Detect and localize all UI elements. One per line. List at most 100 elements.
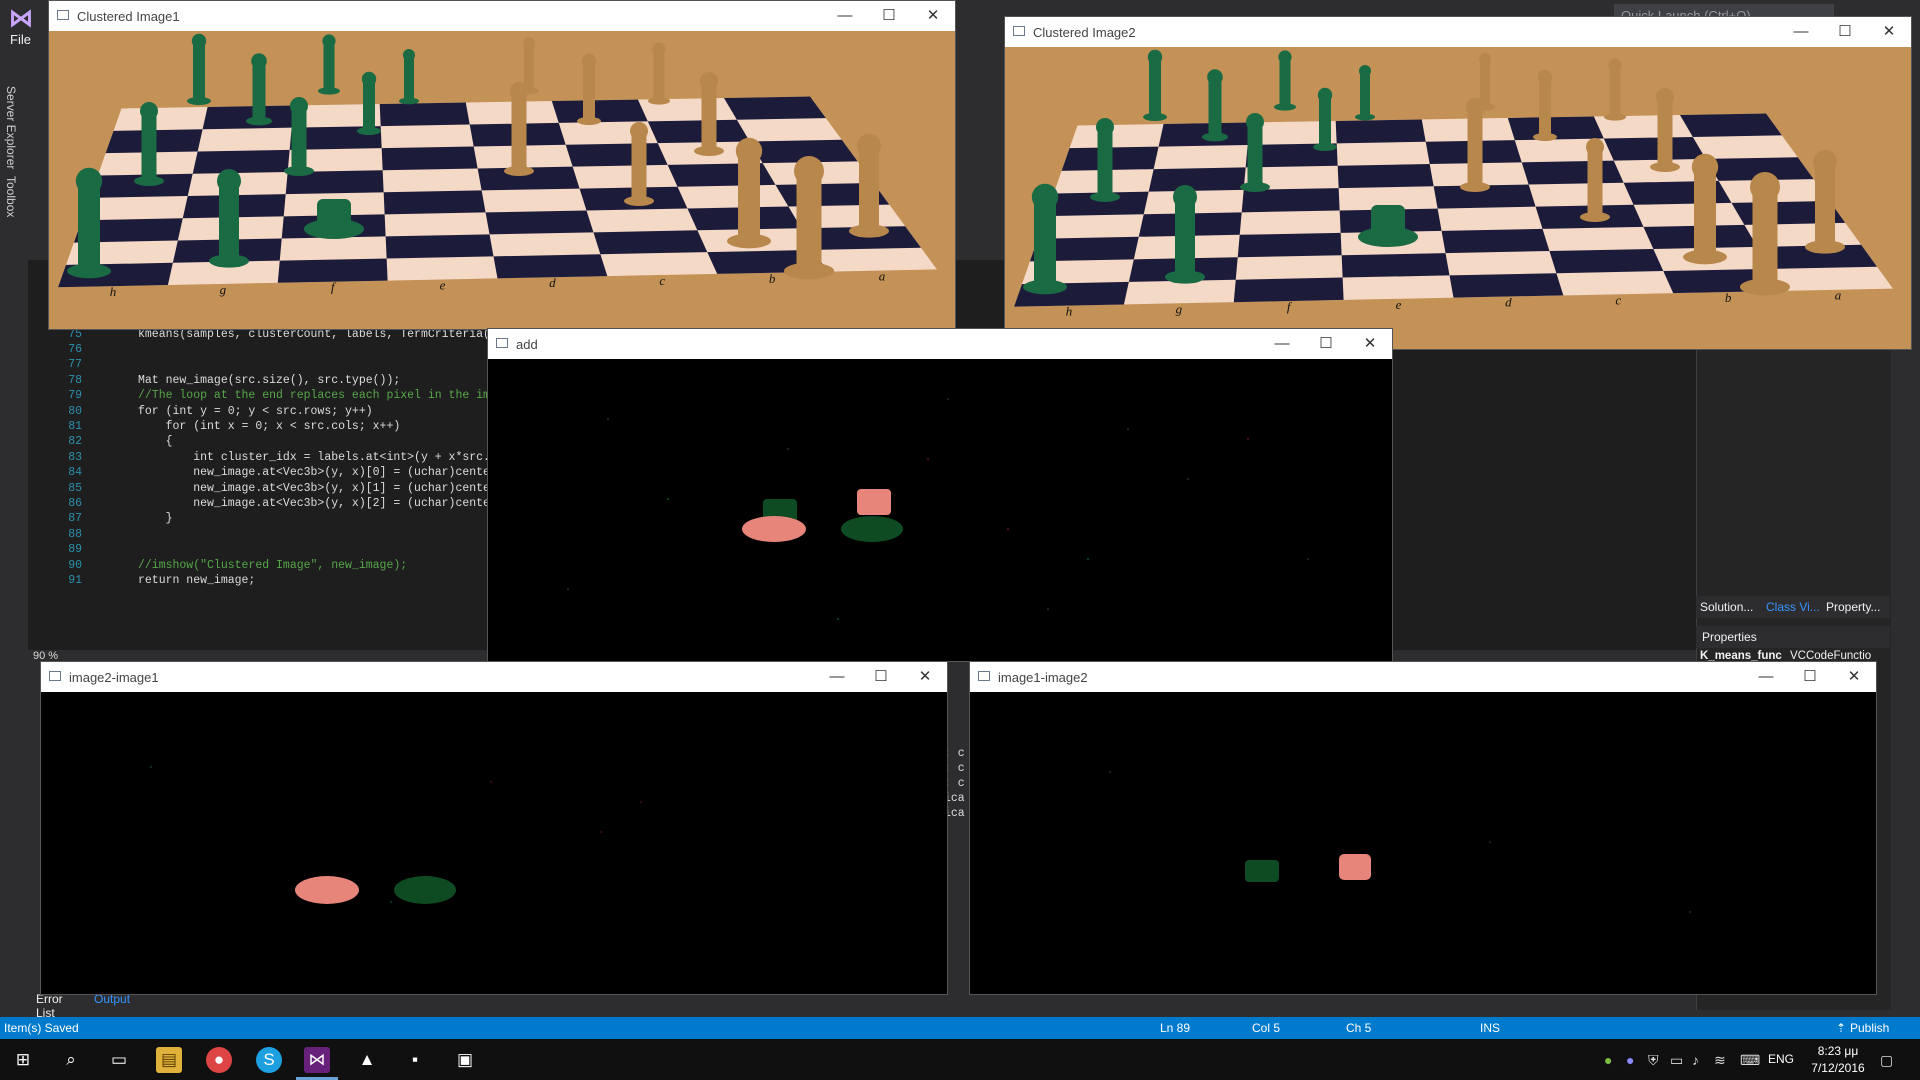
server-explorer-tab[interactable]: Server Explorer — [4, 86, 18, 169]
window-title-bar[interactable]: add — ☐ ✕ — [488, 329, 1392, 359]
dark-square — [1341, 253, 1450, 278]
toolbox-tab[interactable]: Toolbox — [4, 176, 18, 217]
dark-square — [1441, 228, 1550, 254]
maximize-icon[interactable]: ☐ — [859, 664, 903, 690]
window-title: Clustered Image1 — [77, 9, 180, 24]
clock-time[interactable]: 8:23 μμ — [1810, 1044, 1866, 1058]
close-icon[interactable]: ✕ — [1867, 19, 1911, 45]
skype-icon[interactable]: S — [256, 1047, 282, 1073]
task-view-icon[interactable]: ▭ — [106, 1047, 132, 1073]
dark-square — [1335, 119, 1426, 144]
chrome-icon[interactable]: ● — [206, 1047, 232, 1073]
window-clustered-image2[interactable]: Clustered Image2 — ☐ ✕ hgfedcba — [1004, 16, 1912, 350]
tab-property-manager[interactable]: Property... — [1826, 600, 1880, 614]
dark-square — [385, 234, 494, 259]
difference-blob-pink — [295, 876, 359, 904]
windows-start-icon[interactable]: ⊞ — [10, 1047, 36, 1073]
tab-solution-explorer[interactable]: Solution... — [1700, 600, 1753, 614]
dark-square — [1237, 232, 1342, 258]
file-explorer-icon[interactable]: ▤ — [156, 1047, 182, 1073]
line-number: 82 — [68, 435, 82, 449]
language-indicator[interactable]: ENG — [1768, 1052, 1794, 1066]
tab-class-view[interactable]: Class Vi... — [1766, 600, 1820, 614]
window-title: add — [516, 337, 538, 352]
close-icon[interactable]: ✕ — [1348, 331, 1392, 357]
window-app-icon — [49, 671, 61, 681]
publish-up-icon: ⇡ — [1836, 1021, 1847, 1035]
visual-studio-icon[interactable]: ⋈ — [304, 1047, 330, 1073]
left-tool-rail: Server Explorer Toolbox — [0, 50, 28, 1010]
notifications-icon[interactable]: ▢ — [1880, 1052, 1893, 1069]
minimize-icon[interactable]: — — [823, 3, 867, 29]
difference-blob-green — [394, 876, 456, 904]
tray-battery-icon[interactable]: ▭ — [1670, 1052, 1683, 1069]
console-icon[interactable]: ▪ — [402, 1047, 428, 1073]
menu-file[interactable]: File — [10, 32, 31, 47]
board-file-label: g — [220, 282, 227, 297]
volume-icon[interactable]: ♪ — [1692, 1052, 1699, 1068]
minimize-icon[interactable]: — — [1744, 664, 1788, 690]
status-insert-mode: INS — [1480, 1021, 1501, 1035]
dark-square — [1521, 160, 1624, 185]
clock-date[interactable]: 7/12/2016 — [1806, 1061, 1870, 1075]
window-app-icon — [57, 10, 69, 20]
window-title-bar[interactable]: Clustered Image2 — ☐ ✕ — [1005, 17, 1911, 47]
close-icon[interactable]: ✕ — [1832, 664, 1876, 690]
tray-app-icon[interactable]: ● — [1604, 1052, 1612, 1068]
dark-square — [202, 105, 294, 130]
board-file-label: c — [659, 273, 665, 288]
dark-square — [379, 102, 470, 127]
visual-studio-logo-icon: ⋈ — [9, 5, 33, 32]
close-icon[interactable]: ✕ — [903, 664, 947, 690]
line-number: 86 — [68, 497, 82, 510]
board-file-label: g — [1176, 301, 1183, 316]
dark-square — [1337, 164, 1434, 189]
close-icon[interactable]: ✕ — [911, 3, 955, 29]
minimize-icon[interactable]: — — [815, 664, 859, 690]
code-line: new_image.at<Vec3b>(y, x)[1] = (uchar)ce… — [138, 481, 511, 495]
code-line: //imshow("Clustered Image", new_image); — [138, 558, 408, 572]
windows-taskbar: ⊞ ⌕ ▭ ▤ ● S ⋈ ▲ ▪ ▣ ● ● ⛨ ▭ ♪ ≋ ⌨ ENG 8:… — [0, 1039, 1920, 1080]
board-file-label: b — [1725, 290, 1732, 305]
maximize-icon[interactable]: ☐ — [1788, 664, 1832, 690]
maximize-icon[interactable]: ☐ — [867, 3, 911, 29]
minimize-icon[interactable]: — — [1779, 19, 1823, 45]
moved-pawn-base — [1358, 227, 1418, 247]
tray-viber-icon[interactable]: ● — [1626, 1052, 1634, 1068]
window-clustered-image1[interactable]: Clustered Image1 — ☐ ✕ hgfedcba — [48, 0, 956, 330]
status-character: Ch 5 — [1346, 1021, 1372, 1035]
maximize-icon[interactable]: ☐ — [1304, 331, 1348, 357]
chessboard-clustered-1: hgfedcba — [49, 31, 955, 329]
chessboard-clustered-2: hgfedcba — [1005, 47, 1911, 349]
window-title-bar[interactable]: image1-image2 — ☐ ✕ — [970, 662, 1876, 692]
tray-defender-icon[interactable]: ⛨ — [1648, 1052, 1659, 1069]
line-number: 83 — [68, 450, 82, 464]
publish-button[interactable]: Publish — [1850, 1021, 1889, 1035]
code-line: for (int x = 0; x < src.cols; x++) — [138, 420, 401, 433]
tab-error-list[interactable]: Error List — [36, 992, 63, 1020]
search-icon[interactable]: ⌕ — [58, 1047, 84, 1073]
window-image2-minus-image1[interactable]: image2-image1 — ☐ ✕ — [40, 661, 948, 995]
code-line: return new_image; — [138, 574, 256, 587]
input-method-icon[interactable]: ⌨ — [1740, 1052, 1760, 1069]
code-line: new_image.at<Vec3b>(y, x)[2] = (uchar)ce… — [138, 497, 511, 510]
line-number: 77 — [68, 358, 82, 372]
window-image1-minus-image2[interactable]: image1-image2 — ☐ ✕ — [969, 661, 1877, 995]
window-title-bar[interactable]: image2-image1 — ☐ ✕ — [41, 662, 947, 692]
window-title-bar[interactable]: Clustered Image1 — ☐ ✕ — [49, 1, 955, 31]
code-line: Mat new_image(src.size(), src.type()); — [138, 373, 401, 387]
dark-square — [381, 146, 478, 171]
window-add[interactable]: add — ☐ ✕ — [487, 328, 1393, 662]
status-message: Item(s) Saved — [4, 1021, 79, 1035]
line-number: 81 — [68, 420, 82, 433]
opencv-window-icon[interactable]: ▣ — [452, 1047, 478, 1073]
photos-icon[interactable]: ▲ — [354, 1047, 380, 1073]
dark-square — [565, 143, 668, 167]
add-result-image — [488, 359, 1392, 661]
dark-square — [192, 149, 290, 174]
line-number: 90 — [68, 558, 82, 572]
maximize-icon[interactable]: ☐ — [1823, 19, 1867, 45]
status-bar: Item(s) Saved Ln 89 Col 5 Ch 5 INS ⇡ Pub… — [0, 1017, 1920, 1039]
wifi-icon[interactable]: ≋ — [1714, 1052, 1726, 1069]
minimize-icon[interactable]: — — [1260, 331, 1304, 357]
